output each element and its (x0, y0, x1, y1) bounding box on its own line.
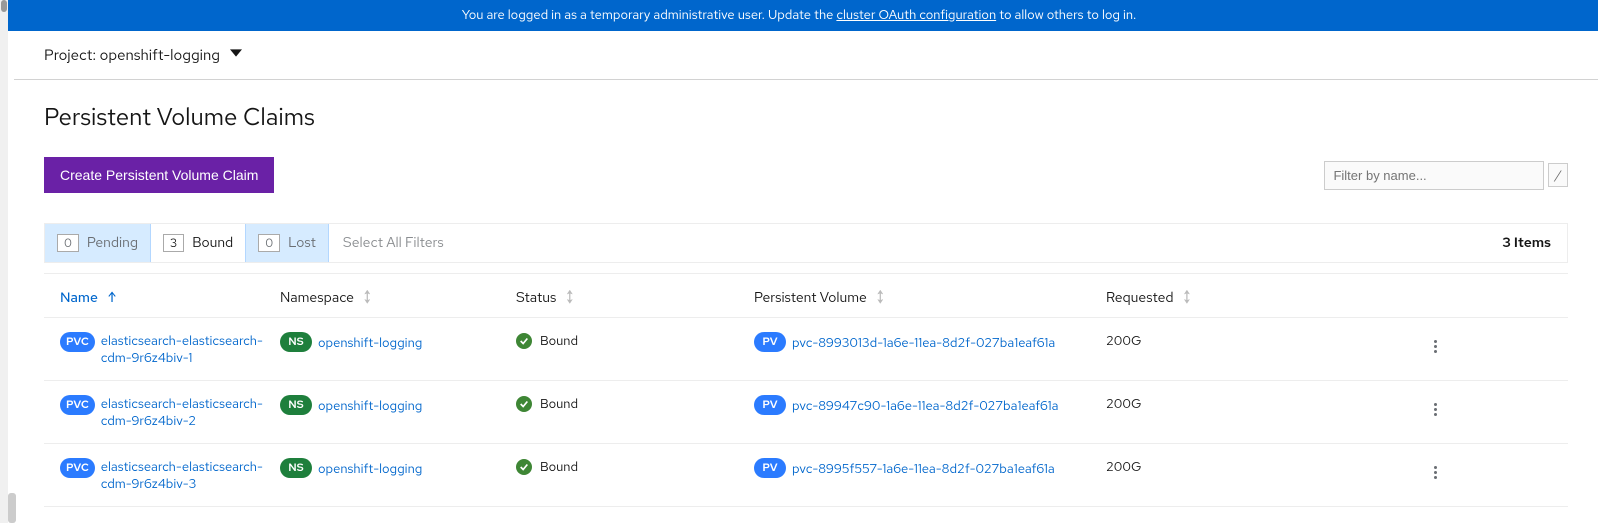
sort-icon: ↕ (364, 288, 371, 307)
page-title: Persistent Volume Claims (44, 102, 1568, 133)
cell-name: PVC elasticsearch-elasticsearch-cdm-9r6z4… (44, 332, 280, 366)
column-header-name[interactable]: Name ↑ (44, 288, 280, 307)
filter-pending-count: 0 (57, 234, 79, 252)
cell-namespace: NS openshift-logging (280, 458, 516, 478)
banner-text-suffix: to allow others to log in. (999, 6, 1136, 23)
select-all-filters[interactable]: Select All Filters (329, 224, 458, 262)
cell-name: PVC elasticsearch-elasticsearch-cdm-9r6z4… (44, 395, 280, 429)
pv-link[interactable]: pvc-8995f557-1a6e-11ea-8d2f-027ba1eaf61a (792, 460, 1055, 477)
namespace-link[interactable]: openshift-logging (318, 334, 422, 351)
pvc-table: Name ↑ Namespace ↕ Status ↕ Persistent V… (44, 273, 1568, 507)
cell-name: PVC elasticsearch-elasticsearch-cdm-9r6z4… (44, 458, 280, 492)
filter-bound-count: 3 (163, 234, 184, 252)
column-header-namespace[interactable]: Namespace ↕ (280, 288, 516, 307)
cell-status: Bound (516, 395, 754, 412)
pvc-link[interactable]: elasticsearch-elasticsearch-cdm-9r6z4biv… (101, 395, 271, 429)
pvc-link[interactable]: elasticsearch-elasticsearch-cdm-9r6z4biv… (101, 458, 271, 492)
vertical-scrollbar[interactable] (0, 0, 8, 523)
table-row: PVC elasticsearch-elasticsearch-cdm-9r6z4… (44, 443, 1568, 507)
banner-link-oauth[interactable]: cluster OAuth configuration (836, 6, 996, 23)
sort-icon: ↕ (566, 288, 573, 307)
pv-badge: PV (754, 458, 786, 478)
cell-pv: PV pvc-8993013d-1a6e-11ea-8d2f-027ba1eaf6… (754, 332, 1106, 352)
filter-lost-label: Lost (288, 234, 316, 252)
table-header: Name ↑ Namespace ↕ Status ↕ Persistent V… (44, 273, 1568, 317)
table-row: PVC elasticsearch-elasticsearch-cdm-9r6z4… (44, 317, 1568, 380)
column-header-namespace-label: Namespace (280, 289, 354, 307)
pvc-badge: PVC (60, 395, 95, 415)
admin-banner: You are logged in as a temporary adminis… (0, 0, 1598, 31)
status-filter-bar: 0 Pending 3 Bound 0 Lost Select All Filt… (44, 223, 1568, 263)
filter-pending-label: Pending (87, 234, 138, 252)
check-circle-icon (516, 333, 532, 349)
pvc-badge: PVC (60, 458, 95, 478)
check-circle-icon (516, 459, 532, 475)
ns-badge: NS (280, 332, 312, 352)
cell-status: Bound (516, 458, 754, 475)
filter-bound[interactable]: 3 Bound (151, 224, 246, 262)
filter-lost[interactable]: 0 Lost (246, 224, 329, 262)
project-selector[interactable]: Project: openshift-logging (14, 31, 1598, 80)
table-row: PVC elasticsearch-elasticsearch-cdm-9r6z4… (44, 380, 1568, 443)
cell-actions (1426, 458, 1568, 487)
pv-badge: PV (754, 332, 786, 352)
cell-actions (1426, 395, 1568, 424)
banner-text-prefix: You are logged in as a temporary adminis… (462, 6, 837, 23)
column-header-requested-label: Requested (1106, 289, 1174, 307)
vertical-scrollbar-thumb[interactable] (8, 493, 16, 523)
column-header-pv[interactable]: Persistent Volume ↕ (754, 288, 1106, 307)
check-circle-icon (516, 396, 532, 412)
sort-icon: ↕ (1184, 288, 1191, 307)
filter-pending[interactable]: 0 Pending (45, 224, 151, 262)
cell-namespace: NS openshift-logging (280, 395, 516, 415)
pvc-badge: PVC (60, 332, 95, 352)
filter-shortcut-key: / (1548, 163, 1568, 187)
status-text: Bound (540, 458, 578, 475)
items-count: 3 Items (1486, 224, 1567, 262)
column-header-pv-label: Persistent Volume (754, 289, 867, 307)
cell-requested: 200G (1106, 458, 1426, 475)
status-text: Bound (540, 332, 578, 349)
cell-actions (1426, 332, 1568, 361)
kebab-menu-button[interactable] (1430, 399, 1508, 420)
caret-down-icon (230, 46, 242, 64)
column-header-status[interactable]: Status ↕ (516, 288, 754, 307)
filter-lost-count: 0 (258, 234, 280, 252)
pv-link[interactable]: pvc-8993013d-1a6e-11ea-8d2f-027ba1eaf61a (792, 334, 1055, 351)
pv-link[interactable]: pvc-89947c90-1a6e-11ea-8d2f-027ba1eaf61a (792, 397, 1058, 414)
sort-icon: ↕ (877, 288, 884, 307)
ns-badge: NS (280, 395, 312, 415)
cell-requested: 200G (1106, 332, 1426, 349)
namespace-link[interactable]: openshift-logging (318, 460, 422, 477)
project-selector-label: Project: openshift-logging (44, 45, 220, 65)
cell-pv: PV pvc-8995f557-1a6e-11ea-8d2f-027ba1eaf6… (754, 458, 1106, 478)
cell-namespace: NS openshift-logging (280, 332, 516, 352)
column-header-name-label: Name (60, 289, 98, 307)
status-text: Bound (540, 395, 578, 412)
pvc-link[interactable]: elasticsearch-elasticsearch-cdm-9r6z4biv… (101, 332, 271, 366)
cell-pv: PV pvc-89947c90-1a6e-11ea-8d2f-027ba1eaf6… (754, 395, 1106, 415)
filter-by-name-input[interactable] (1324, 161, 1544, 190)
namespace-link[interactable]: openshift-logging (318, 397, 422, 414)
column-header-status-label: Status (516, 289, 556, 307)
column-header-requested[interactable]: Requested ↕ (1106, 288, 1426, 307)
create-pvc-button[interactable]: Create Persistent Volume Claim (44, 157, 274, 193)
filter-bound-label: Bound (192, 234, 233, 252)
pv-badge: PV (754, 395, 786, 415)
cell-status: Bound (516, 332, 754, 349)
kebab-menu-button[interactable] (1430, 336, 1508, 357)
ns-badge: NS (280, 458, 312, 478)
sort-asc-icon: ↑ (108, 289, 116, 307)
cell-requested: 200G (1106, 395, 1426, 412)
kebab-menu-button[interactable] (1430, 462, 1508, 483)
